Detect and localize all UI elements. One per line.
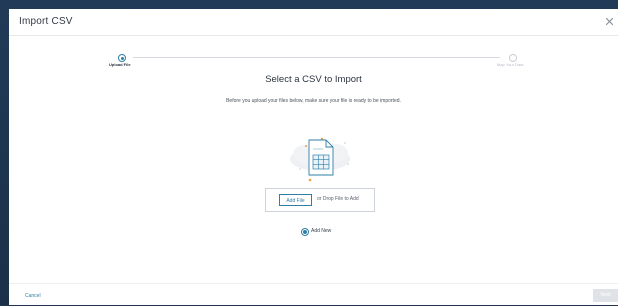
- file-dropzone[interactable]: Add File or Drop File to Add: [265, 188, 375, 212]
- step-upload-label: Upload File: [109, 62, 131, 67]
- add-file-button[interactable]: Add File: [279, 194, 312, 206]
- import-csv-modal: Import CSV Upload File Map Your Data Sel…: [9, 9, 618, 305]
- step-upload-indicator: [118, 54, 126, 62]
- modal-footer: Cancel Next: [9, 283, 618, 306]
- csv-file-illustration-icon: [290, 137, 350, 182]
- step-map-indicator: [509, 54, 517, 62]
- step-map-label: Map Your Data: [497, 62, 524, 67]
- next-button[interactable]: Next: [593, 289, 618, 302]
- add-new-radio[interactable]: [301, 228, 309, 236]
- page-title: Select a CSV to Import: [265, 74, 362, 85]
- instruction-text: Before you upload your files below, make…: [226, 98, 401, 104]
- add-new-label: Add New: [311, 228, 332, 234]
- drop-file-hint: or Drop File to Add: [317, 196, 359, 202]
- close-icon[interactable]: [604, 16, 615, 27]
- cancel-button[interactable]: Cancel: [25, 293, 41, 299]
- stepper-track: [133, 57, 500, 58]
- modal-title: Import CSV: [19, 16, 73, 27]
- stepper: Upload File Map Your Data: [9, 43, 618, 67]
- modal-header: Import CSV: [9, 9, 618, 36]
- import-mode-option[interactable]: Add New: [9, 227, 618, 237]
